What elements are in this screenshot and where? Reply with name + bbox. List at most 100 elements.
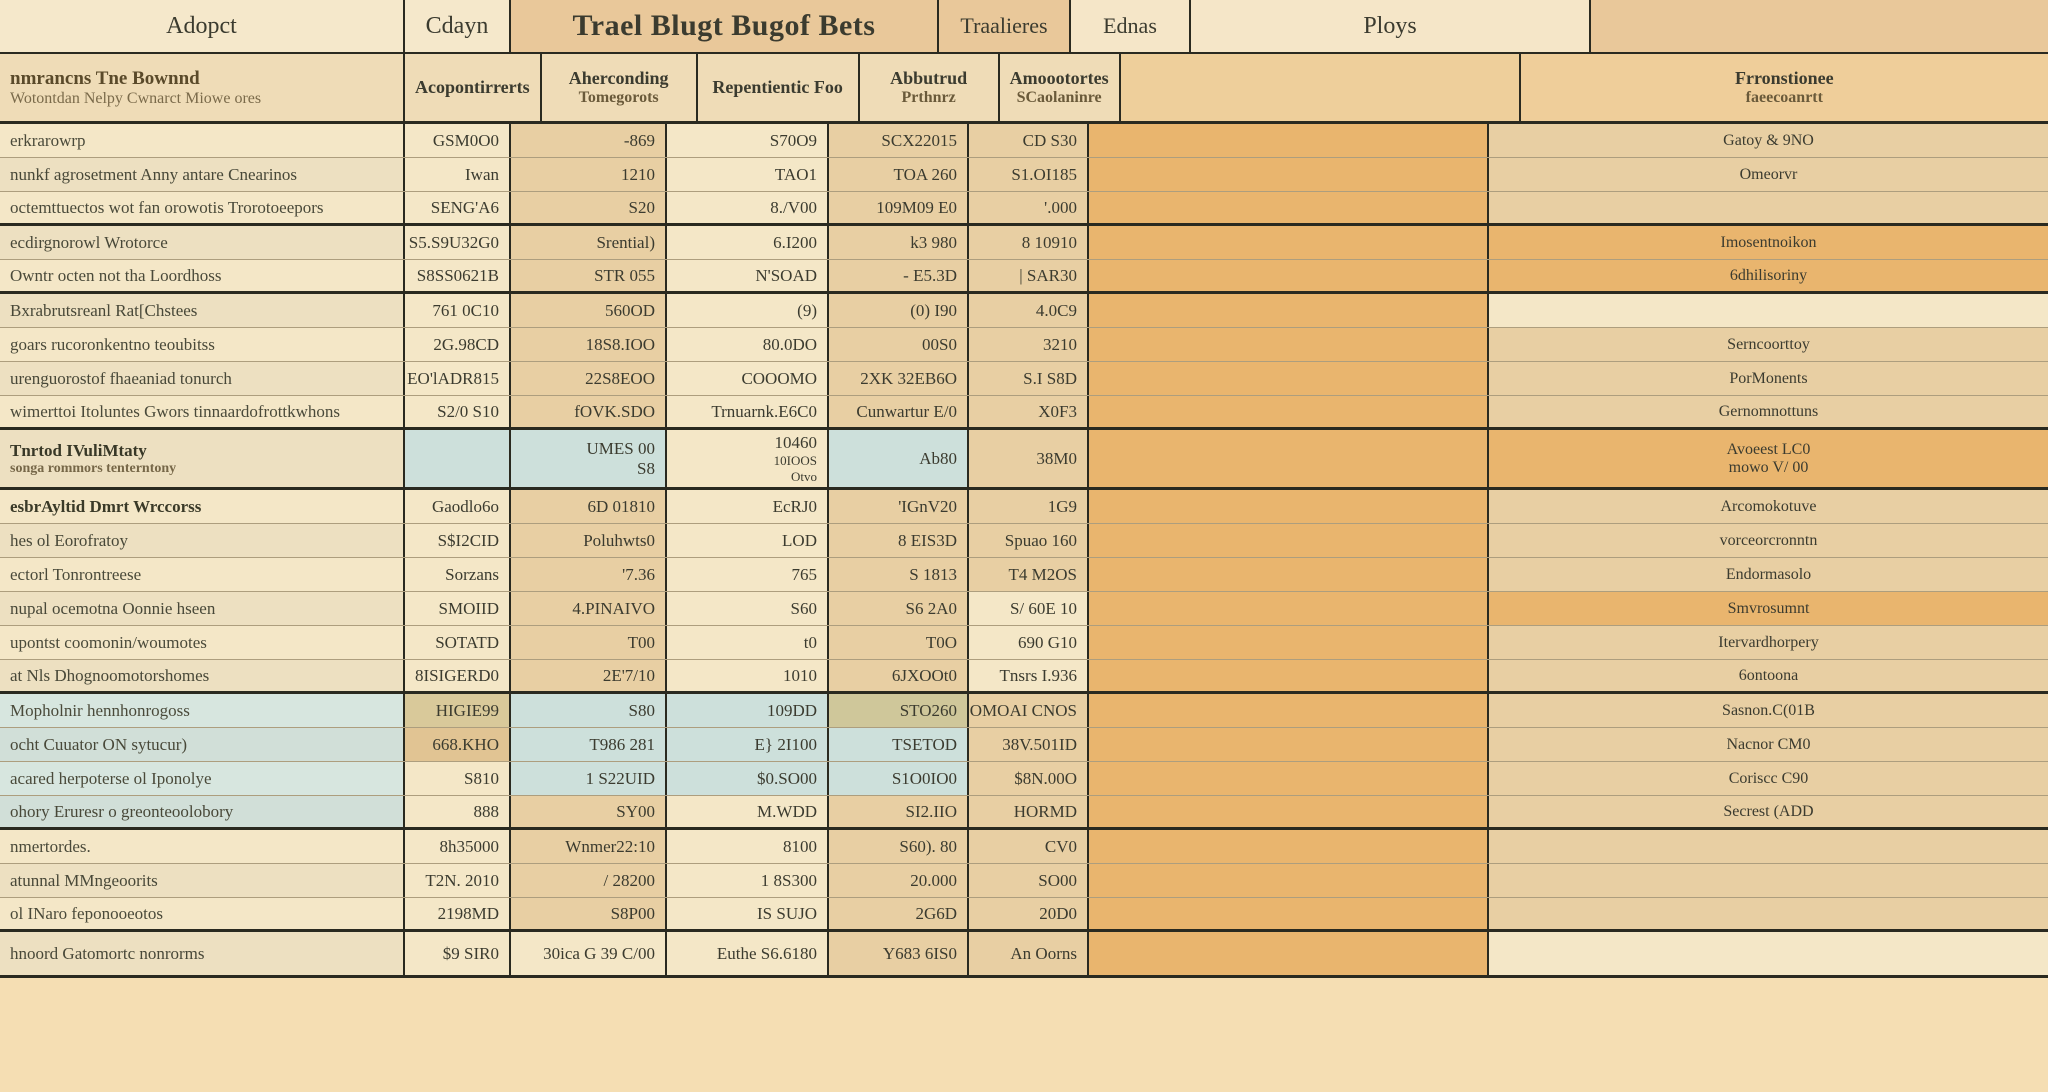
cell-c5[interactable]: SO00 <box>969 864 1089 897</box>
cell-c3[interactable]: 1 8S300 <box>667 864 829 897</box>
cell-c1[interactable]: $9 SIR0 <box>405 932 511 975</box>
cell-c6[interactable] <box>1089 396 1489 427</box>
cell-c4[interactable]: T0O <box>829 626 969 659</box>
table-row[interactable]: Bxrabrutsreanl Rat[Chstees761 0C10560OD(… <box>0 294 2048 328</box>
cell-c1[interactable]: SOTATD <box>405 626 511 659</box>
cell-c0[interactable]: Owntr octen not tha Loordhoss <box>0 260 405 291</box>
table-row[interactable]: urenguorostof fhaeaniad tonurchEO'lADR81… <box>0 362 2048 396</box>
cell-c1[interactable]: 888 <box>405 796 511 827</box>
table-row[interactable]: atunnal MMngeooritsT2N. 2010/ 282001 8S3… <box>0 864 2048 898</box>
cell-c0[interactable]: nunkf agrosetment Anny antare Cnearinos <box>0 158 405 191</box>
cell-c4[interactable]: SI2.IIO <box>829 796 969 827</box>
cell-c6[interactable] <box>1089 660 1489 691</box>
cell-c1[interactable]: 8h35000 <box>405 830 511 863</box>
cell-c3[interactable]: 8100 <box>667 830 829 863</box>
cell-c7[interactable]: 6ontoona <box>1489 660 2048 691</box>
cell-c7[interactable]: 6dhilisoriny <box>1489 260 2048 291</box>
cell-c4[interactable]: S6 2A0 <box>829 592 969 625</box>
cell-c5[interactable]: 20D0 <box>969 898 1089 929</box>
table-row[interactable]: wimerttoi Itoluntes Gwors tinnaardofrott… <box>0 396 2048 430</box>
cell-c1[interactable]: 761 0C10 <box>405 294 511 327</box>
cell-c0[interactable]: goars rucoronkentno teoubitss <box>0 328 405 361</box>
table-row[interactable]: ohory Eruresr o greonteoolobory888SY00M.… <box>0 796 2048 830</box>
cell-c1[interactable]: 8ISIGERD0 <box>405 660 511 691</box>
cell-c7[interactable]: PorMonents <box>1489 362 2048 395</box>
cell-c2[interactable]: fOVK.SDO <box>511 396 667 427</box>
cell-c1[interactable]: Sorzans <box>405 558 511 591</box>
cell-c0[interactable]: atunnal MMngeoorits <box>0 864 405 897</box>
cell-c1[interactable]: EO'lADR815 <box>405 362 511 395</box>
cell-c7[interactable] <box>1489 830 2048 863</box>
cell-c0[interactable]: ocht Cuuator ON sytucur) <box>0 728 405 761</box>
table-row[interactable]: erkrarowrpGSM0O0-869S70O9SCX22015CD S30G… <box>0 124 2048 158</box>
cell-c1[interactable]: 2G.98CD <box>405 328 511 361</box>
cell-c7[interactable]: Gernomnottuns <box>1489 396 2048 427</box>
table-row[interactable]: hnoord Gatomortc nonrorms$9 SIR030ica G … <box>0 932 2048 978</box>
cell-c0[interactable]: urenguorostof fhaeaniad tonurch <box>0 362 405 395</box>
table-row[interactable]: Mopholnir hennhonrogossHIGIE99S80109DDST… <box>0 694 2048 728</box>
cell-c2[interactable]: S20 <box>511 192 667 223</box>
cell-c7[interactable]: Arcomokotuve <box>1489 490 2048 523</box>
cell-c0[interactable]: Bxrabrutsreanl Rat[Chstees <box>0 294 405 327</box>
cell-c2[interactable]: Srential) <box>511 226 667 259</box>
cell-c0[interactable]: esbrAyltid Dmrt Wrccorss <box>0 490 405 523</box>
cell-c5[interactable]: 8 10910 <box>969 226 1089 259</box>
cell-c2[interactable]: 18S8.IOO <box>511 328 667 361</box>
cell-c1[interactable]: S5.S9U32G0 <box>405 226 511 259</box>
cell-c7[interactable] <box>1489 932 2048 975</box>
cell-c0[interactable]: erkrarowrp <box>0 124 405 157</box>
cell-c5[interactable]: '.000 <box>969 192 1089 223</box>
cell-c4[interactable]: 2XK 32EB6O <box>829 362 969 395</box>
cell-c4[interactable]: SCX22015 <box>829 124 969 157</box>
cell-c0[interactable]: wimerttoi Itoluntes Gwors tinnaardofrott… <box>0 396 405 427</box>
cell-c3[interactable]: IS SUJO <box>667 898 829 929</box>
cell-c6[interactable] <box>1089 864 1489 897</box>
cell-c3[interactable]: 80.0DO <box>667 328 829 361</box>
cell-c2[interactable]: 22S8EOO <box>511 362 667 395</box>
cell-c7[interactable]: Avoeest LC0mowo V/ 00 <box>1489 430 2048 487</box>
cell-c5[interactable]: 38M0 <box>969 430 1089 487</box>
cell-c0[interactable]: nmertordes. <box>0 830 405 863</box>
cell-c7[interactable]: Omeorvr <box>1489 158 2048 191</box>
table-row[interactable]: ecdirgnorowl WrotorceS5.S9U32G0Srential)… <box>0 226 2048 260</box>
cell-c4[interactable]: 109M09 E0 <box>829 192 969 223</box>
cell-c6[interactable] <box>1089 626 1489 659</box>
cell-c1[interactable]: S8SS0621B <box>405 260 511 291</box>
cell-c4[interactable]: Ab80 <box>829 430 969 487</box>
cell-c3[interactable]: Trnuarnk.E6C0 <box>667 396 829 427</box>
cell-c5[interactable]: SOMOAI CNOS <box>969 694 1089 727</box>
tab-travelers[interactable]: Traalieres <box>939 0 1071 52</box>
cell-c1[interactable]: 668.KHO <box>405 728 511 761</box>
cell-c0[interactable]: ohory Eruresr o greonteoolobory <box>0 796 405 827</box>
table-row[interactable]: nunkf agrosetment Anny antare CnearinosI… <box>0 158 2048 192</box>
cell-c2[interactable]: SY00 <box>511 796 667 827</box>
cell-c5[interactable]: S1.OI185 <box>969 158 1089 191</box>
cell-c5[interactable]: T4 M2OS <box>969 558 1089 591</box>
cell-c7[interactable]: Gatoy & 9NO <box>1489 124 2048 157</box>
cell-c3[interactable]: TAO1 <box>667 158 829 191</box>
cell-c1[interactable]: S$I2CID <box>405 524 511 557</box>
cell-c1[interactable]: Iwan <box>405 158 511 191</box>
cell-c3[interactable]: COOOMO <box>667 362 829 395</box>
cell-c4[interactable]: S60). 80 <box>829 830 969 863</box>
cell-c4[interactable]: - E5.3D <box>829 260 969 291</box>
cell-c3[interactable]: 1046010IOOSOtvo <box>667 430 829 487</box>
tab-account[interactable]: Adopct <box>0 0 405 52</box>
cell-c3[interactable]: Euthe S6.6180 <box>667 932 829 975</box>
cell-c3[interactable]: 8./V00 <box>667 192 829 223</box>
cell-c2[interactable]: 1 S22UID <box>511 762 667 795</box>
cell-c6[interactable] <box>1089 158 1489 191</box>
cell-c4[interactable]: 8 EIS3D <box>829 524 969 557</box>
cell-c6[interactable] <box>1089 362 1489 395</box>
cell-c4[interactable]: 2G6D <box>829 898 969 929</box>
table-row[interactable]: at Nls Dhognoomotorshomes8ISIGERD02E'7/1… <box>0 660 2048 694</box>
cell-c1[interactable]: SENG'A6 <box>405 192 511 223</box>
cell-c1[interactable]: S2/0 S10 <box>405 396 511 427</box>
cell-c6[interactable] <box>1089 294 1489 327</box>
cell-c3[interactable]: 109DD <box>667 694 829 727</box>
cell-c0[interactable]: ol INaro feponooeotos <box>0 898 405 929</box>
table-row[interactable]: nmertordes.8h35000Wnmer22:108100S60). 80… <box>0 830 2048 864</box>
cell-c7[interactable]: Endormasolo <box>1489 558 2048 591</box>
cell-c5[interactable]: An Oorns <box>969 932 1089 975</box>
cell-c7[interactable]: Imosentnoikon <box>1489 226 2048 259</box>
